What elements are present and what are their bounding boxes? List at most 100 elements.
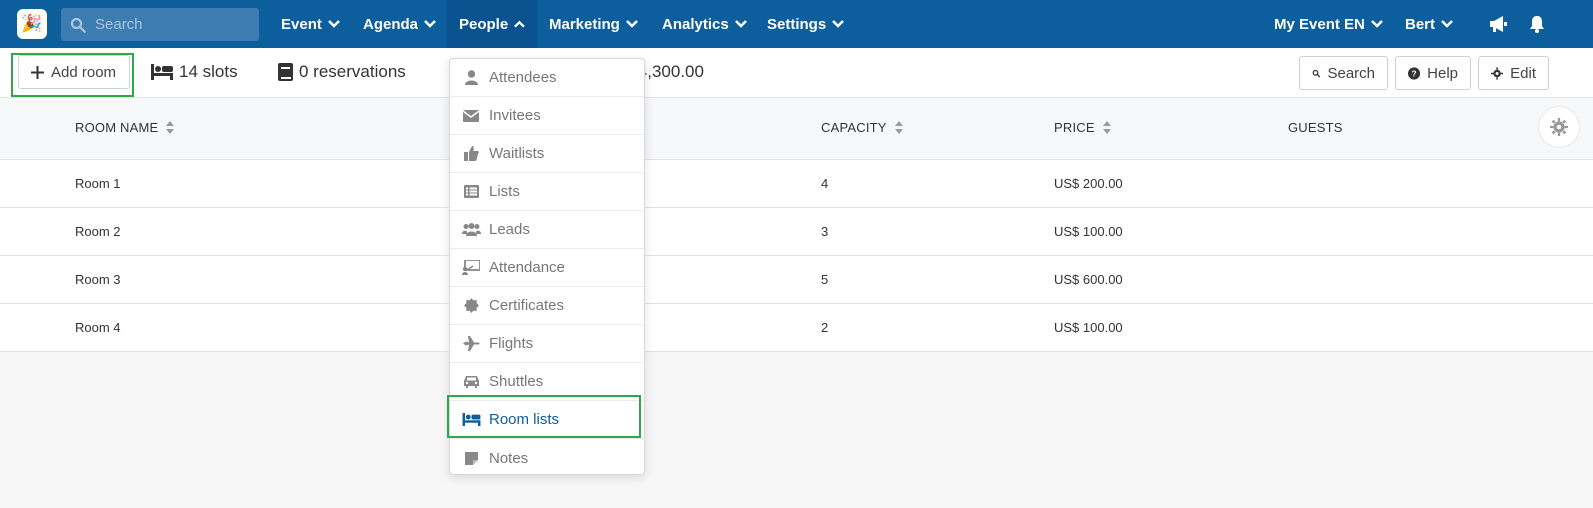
menu-item-flights[interactable]: Flights (450, 325, 644, 363)
column-guests-label: GUESTS (1288, 120, 1343, 135)
help-button-label: Help (1427, 64, 1458, 82)
plus-icon (31, 65, 44, 79)
room-name-cell: Room 1 (75, 176, 121, 191)
menu-item-label: Certificates (489, 297, 565, 314)
help-button[interactable]: ? Help (1395, 56, 1471, 90)
table-row[interactable]: Room 1 4 US$ 200.00 (0, 160, 1593, 208)
price-cell: US$ 200.00 (1054, 176, 1123, 191)
slots-label: 14 slots (179, 62, 238, 81)
nav-agenda-label: Agenda (363, 15, 419, 33)
nav-agenda[interactable]: Agenda (351, 0, 448, 48)
megaphone-icon (1490, 16, 1507, 32)
table-row[interactable]: Room 2 3 US$ 100.00 (0, 208, 1593, 256)
users-icon (461, 223, 481, 236)
plane-icon (462, 336, 479, 351)
table-settings-button[interactable] (1538, 106, 1580, 148)
room-name-cell: Room 4 (75, 320, 121, 335)
chevron-down-icon (1370, 20, 1383, 28)
table-row[interactable]: Room 4 2 US$ 100.00 (0, 304, 1593, 352)
chevron-down-icon (625, 20, 638, 28)
edit-button[interactable]: Edit (1478, 56, 1549, 90)
price-cell: US$ 100.00 (1054, 320, 1123, 335)
app-logo[interactable]: 🎉 (17, 9, 47, 39)
search-input[interactable]: Search (61, 8, 259, 41)
reservations-stat: 0 reservations (278, 60, 406, 84)
menu-item-lists[interactable]: Lists (450, 173, 644, 211)
nav-marketing[interactable]: Marketing (537, 0, 650, 48)
certificate-icon (463, 298, 479, 313)
search-icon (70, 17, 86, 33)
room-name-cell: Room 3 (75, 272, 121, 287)
search-button-label: Search (1327, 64, 1375, 82)
nav-analytics-label: Analytics (662, 15, 729, 33)
event-language-selector[interactable]: My Event EN (1262, 0, 1395, 48)
presentation-icon (462, 260, 480, 275)
user-name: Bert (1405, 15, 1436, 33)
add-room-label: Add room (51, 63, 117, 81)
menu-item-notes[interactable]: Notes (450, 439, 644, 477)
nav-event[interactable]: Event (269, 0, 352, 48)
gear-icon (1491, 66, 1504, 80)
room-lists-highlight (447, 395, 641, 438)
chevron-down-icon (832, 20, 845, 28)
nav-people-label: People (459, 15, 509, 33)
menu-item-label: Shuttles (489, 373, 544, 390)
menu-item-attendees[interactable]: Attendees (450, 59, 644, 97)
menu-item-label: Attendees (489, 69, 557, 86)
menu-item-invitees[interactable]: Invitees (450, 97, 644, 135)
bell-icon (1530, 16, 1544, 33)
logo-glyph: 🎉 (21, 14, 43, 33)
chevron-down-icon (327, 20, 340, 28)
column-price-label: PRICE (1054, 120, 1095, 135)
column-room-name[interactable]: ROOM NAME (75, 120, 175, 135)
reservations-label: 0 reservations (299, 62, 406, 81)
top-navigation-bar: 🎉 Search Event Agenda People Marketing A… (0, 0, 1593, 48)
event-language-label: My Event EN (1274, 15, 1365, 33)
table-row[interactable]: Room 3 5 US$ 600.00 (0, 256, 1593, 304)
nav-analytics[interactable]: Analytics (650, 0, 759, 48)
table-header: ROOM NAME CAPACITY PRICE GUESTS (0, 98, 1593, 160)
notifications-button[interactable] (1511, 0, 1557, 48)
column-capacity-label: CAPACITY (821, 120, 887, 135)
menu-item-label: Notes (489, 449, 529, 467)
list-icon (463, 185, 479, 198)
search-button[interactable]: Search (1299, 56, 1388, 90)
book-icon (278, 63, 293, 81)
nav-settings-label: Settings (767, 15, 827, 33)
capacity-cell: 5 (821, 272, 829, 287)
menu-item-label: Leads (489, 221, 530, 238)
column-capacity[interactable]: CAPACITY (821, 120, 903, 135)
menu-item-waitlists[interactable]: Waitlists (450, 135, 644, 173)
add-room-button[interactable]: Add room (18, 55, 130, 89)
user-menu[interactable]: Bert (1393, 0, 1465, 48)
chevron-down-icon (734, 20, 747, 28)
price-cell: US$ 600.00 (1054, 272, 1123, 287)
menu-item-label: Waitlists (489, 145, 545, 162)
car-icon (463, 376, 479, 388)
question-circle-icon: ? (1408, 66, 1421, 80)
slots-stat: 14 slots (151, 60, 238, 84)
thumbs-up-icon (463, 146, 479, 161)
price-cell: US$ 100.00 (1054, 224, 1123, 239)
menu-item-label: Lists (489, 183, 520, 200)
nav-people[interactable]: People (447, 0, 537, 48)
menu-item-label: Flights (489, 335, 534, 352)
nav-marketing-label: Marketing (549, 15, 620, 33)
column-guests: GUESTS (1288, 120, 1343, 135)
column-room-name-label: ROOM NAME (75, 120, 159, 135)
nav-settings[interactable]: Settings (755, 0, 856, 48)
sort-icon (166, 121, 175, 134)
room-name-cell: Room 2 (75, 224, 121, 239)
menu-item-label: Invitees (489, 107, 541, 124)
svg-text:?: ? (1412, 68, 1417, 78)
search-placeholder: Search (95, 16, 143, 33)
capacity-cell: 4 (821, 176, 829, 191)
menu-item-leads[interactable]: Leads (450, 211, 644, 249)
search-icon (1312, 69, 1321, 77)
menu-item-certificates[interactable]: Certificates (450, 287, 644, 325)
column-price[interactable]: PRICE (1054, 120, 1111, 135)
bed-icon (151, 64, 173, 80)
sort-icon (1102, 121, 1111, 134)
chevron-up-icon (514, 20, 525, 28)
menu-item-attendance[interactable]: Attendance (450, 249, 644, 287)
